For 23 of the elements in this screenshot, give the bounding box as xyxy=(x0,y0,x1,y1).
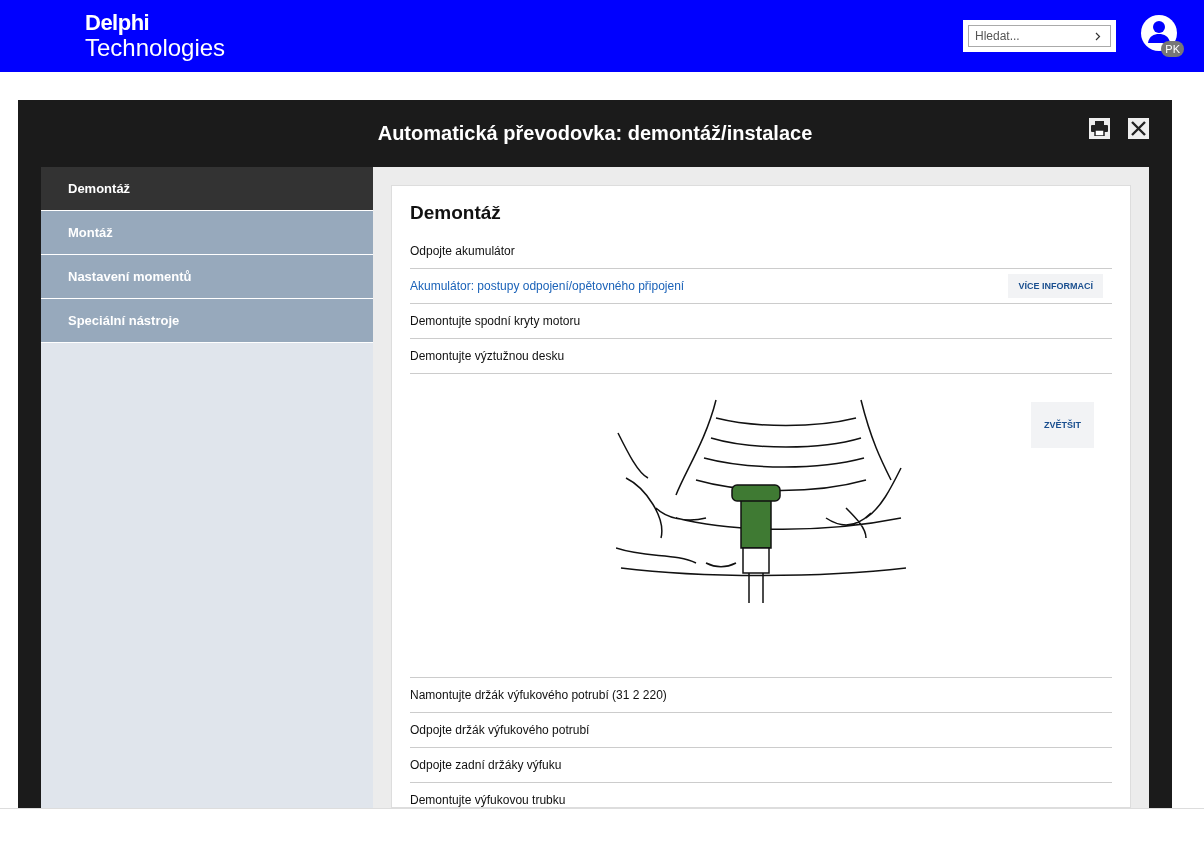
person-icon xyxy=(1146,19,1172,45)
step-text: Demontujte spodní kryty motoru xyxy=(410,314,581,328)
step-text: Demontujte výztužnou desku xyxy=(410,349,565,363)
step-text: Odpojte akumulátor xyxy=(410,244,515,258)
printer-icon xyxy=(1091,121,1108,136)
section-heading: Demontáž xyxy=(410,202,502,224)
step-text: Namontujte držák výfukového potrubí (31 2 220) xyxy=(410,688,667,702)
sidebar-tab[interactable]: Demontáž xyxy=(41,167,373,211)
print-button[interactable] xyxy=(1089,118,1110,139)
more-info-button[interactable]: VÍCE INFORMACÍ xyxy=(1008,274,1103,298)
user-initials: PK xyxy=(1161,41,1184,57)
chevron-right-icon[interactable] xyxy=(1095,32,1101,41)
close-button[interactable] xyxy=(1128,118,1149,139)
logo-text: Delphi xyxy=(85,12,151,34)
close-icon xyxy=(1131,121,1146,136)
dialog-title: Automatická převodovka: demontáž/instalace xyxy=(376,122,814,145)
step-text: Demontujte výfukovou trubku xyxy=(410,793,566,807)
step-text: Odpojte držák výfukového potrubí xyxy=(410,723,590,737)
procedure-link[interactable]: Akumulátor: postupy odpojení/opětovného připojení xyxy=(410,279,685,293)
search-field[interactable]: Hledat... xyxy=(968,25,1111,47)
step-text: Odpojte zadní držáky výfuku xyxy=(410,758,562,772)
logo-text: Technologies xyxy=(85,36,226,60)
enlarge-button[interactable]: ZVĚTŠIT xyxy=(1031,402,1094,448)
